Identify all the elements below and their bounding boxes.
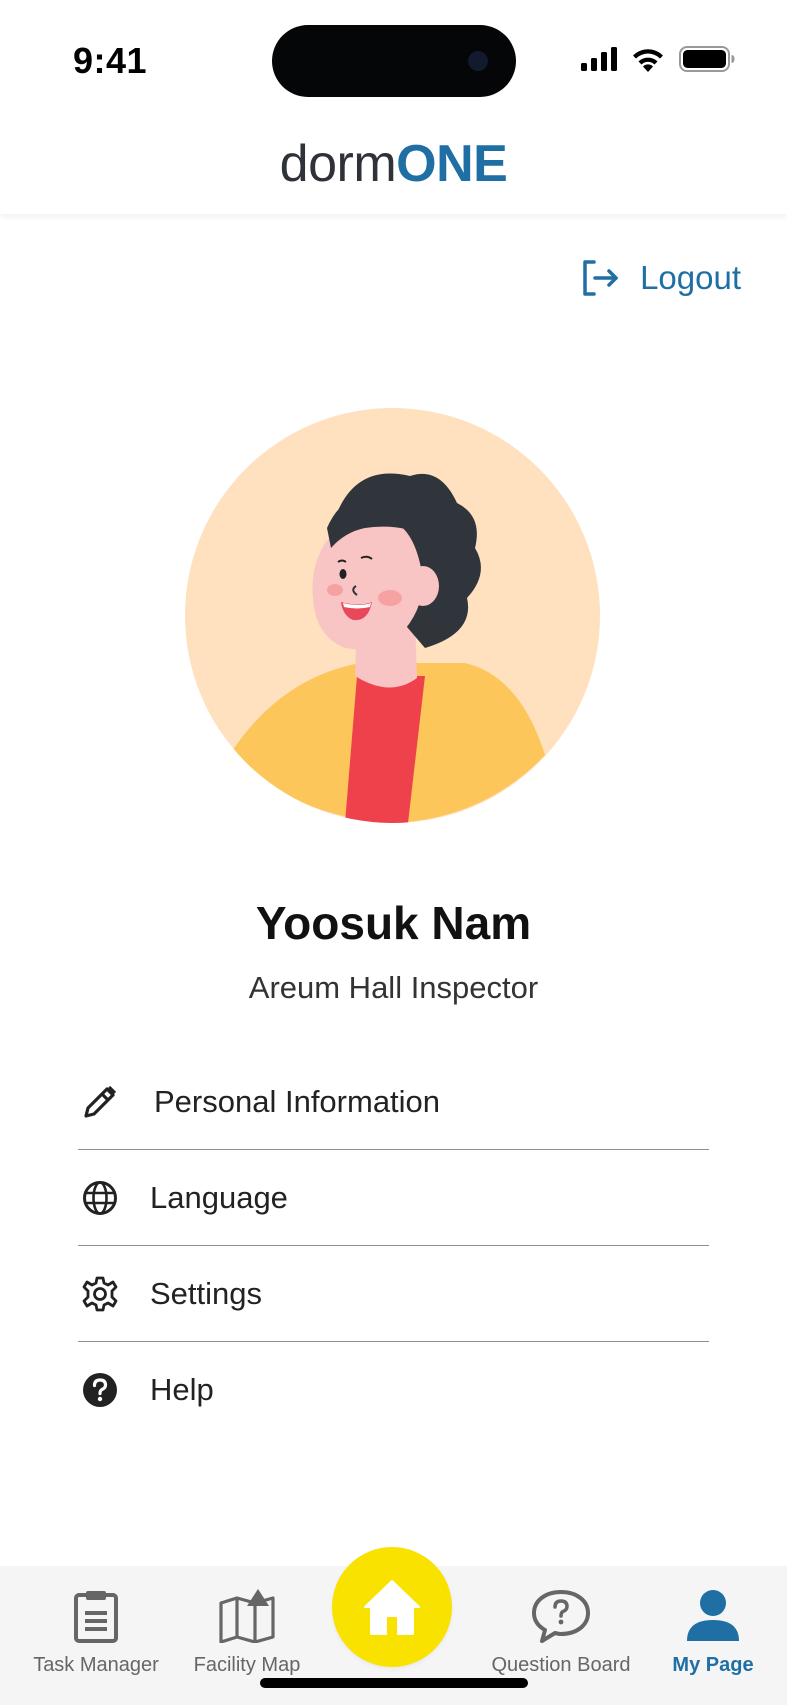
status-icons [581,46,735,72]
profile-name: Yoosuk Nam [255,897,532,949]
avatar-illustration [230,473,545,823]
menu-item-language[interactable]: Language [78,1150,709,1246]
menu-item-label: Help [150,1372,214,1407]
home-button[interactable] [332,1547,452,1667]
brand-logo: dormONE [280,134,508,190]
user-icon [685,1586,741,1646]
tab-my-page[interactable]: My Page [660,1566,766,1705]
tab-task-manager[interactable]: Task Manager [28,1566,164,1705]
brand-logo-part1: dorm [279,135,397,193]
profile-role: Areum Hall Inspector [248,970,539,1005]
profile-menu: Personal Information Language Settings H… [78,1054,709,1438]
signal-icon [581,47,617,71]
menu-item-label: Language [150,1179,288,1215]
menu-item-label: Settings [150,1275,263,1311]
battery-icon [679,46,735,72]
logout-button[interactable]: Logout [580,258,741,298]
app-header: dormONE [0,110,787,214]
pencil-icon [80,1082,120,1122]
dynamic-island [272,25,516,97]
avatar [185,408,600,823]
tab-label: Question Board [491,1654,631,1676]
home-icon [364,1580,420,1635]
menu-item-help[interactable]: Help [78,1342,709,1438]
status-time: 9:41 [73,40,148,81]
camera-icon [468,51,488,71]
gear-icon [80,1274,120,1314]
status-bar: 9:41 [0,0,787,110]
globe-icon [80,1178,120,1218]
menu-item-settings[interactable]: Settings [78,1246,709,1342]
map-icon [218,1586,276,1646]
wifi-icon [633,48,663,72]
tab-label: Task Manager [33,1654,159,1676]
clipboard-icon [72,1586,120,1646]
menu-item-label: Personal Information [154,1083,441,1119]
home-indicator [260,1678,528,1688]
help-icon [80,1370,120,1410]
brand-logo-part2: ONE [396,135,508,193]
logout-icon [583,260,618,296]
question-bubble-icon [530,1586,592,1646]
tab-label: Facility Map [193,1654,301,1676]
menu-item-personal-information[interactable]: Personal Information [78,1054,709,1150]
logout-label: Logout [640,259,741,296]
tab-label: My Page [672,1654,754,1676]
